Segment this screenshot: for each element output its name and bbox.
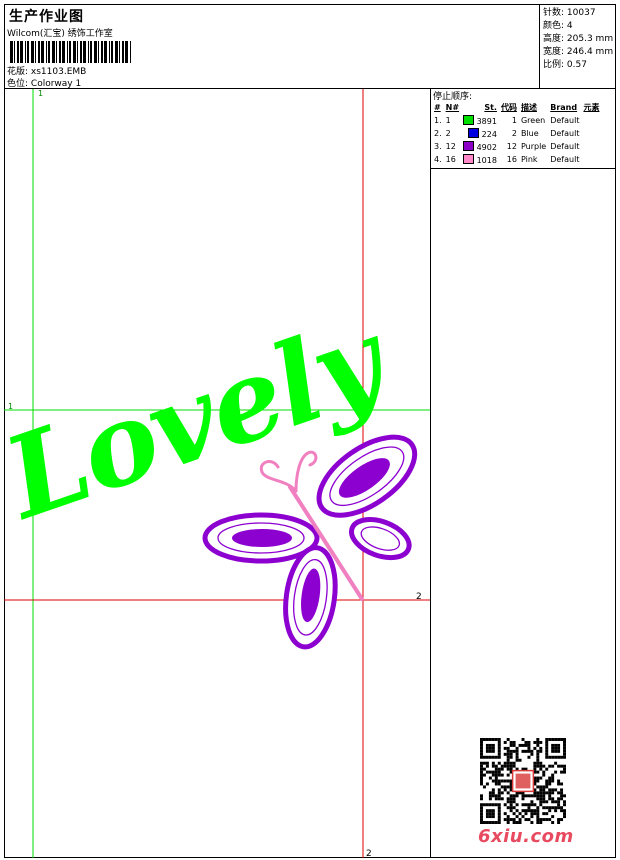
row-description: Pink [520,155,538,164]
stat-stitches-value: 10037 [566,8,596,18]
design-canvas: 1 1 2 2 Lovely [4,89,430,858]
stats-panel: 针数: 10037 颜色: 4 高度: 205.3 mm 宽度: 246.4 m… [539,4,616,89]
color-table-body: 1. 1 3891 1 Green Default 2. 2 224 2 Blue Default… [432,114,601,166]
guide-marker-red-right: 2 [416,592,422,602]
qr-code-image [480,738,566,824]
guide-marker-green-top: 1 [38,89,43,98]
row-index: 4. [434,155,442,164]
row-brand: Default [550,116,580,125]
row-needle: 16 [445,155,456,164]
row-description: Blue [520,129,539,138]
brand-watermark: 6xiu.com [478,826,574,847]
row-stitches: 4902 [461,140,499,153]
barcode-image [10,41,131,63]
stat-stitches: 针数: 10037 [543,5,596,18]
color-swatch [463,115,475,125]
row-stitches-value: 224 [481,130,497,139]
row-index: 1. [434,116,442,125]
row-code: 12 [506,142,517,151]
header: 生产作业图 Wilcom(汇宝) 绣饰工作室 花版: xs1103.EMB 色位… [4,4,616,89]
guide-marker-red-bottom: 2 [366,849,372,858]
row-description: Purple [520,142,547,151]
col-element-header: 元素 [583,103,600,112]
stat-width: 宽度: 246.4 mm [543,44,613,57]
col-needle-header: N# [445,103,460,112]
color-table-row: 1. 1 3891 1 Green Default [432,114,601,127]
row-brand: Default [550,155,580,164]
stat-height-value: 205.3 mm [566,34,614,44]
stat-height: 高度: 205.3 mm [543,31,613,44]
color-swatch [463,141,475,151]
stat-scale-label: 比例: [543,60,565,70]
color-table-row: 2. 2 224 2 Blue Default [432,127,601,140]
row-stitches-value: 3891 [476,117,497,126]
row-index: 3. [434,142,442,151]
color-table-row: 3. 12 4902 12 Purple Default [432,140,601,153]
row-needle: 2 [445,129,451,138]
stop-sequence-panel: 停止顺序: # N# St. 代码 描述 Brand 元素 1. 1 3891 1 G… [430,89,616,169]
col-code-header: 代码 [500,103,517,112]
stat-colors-label: 颜色: [543,21,565,31]
stat-scale-value: 0.57 [566,60,587,70]
butterfly-antenna-left [259,460,298,493]
colorway-label: 色位: [7,79,29,89]
row-stitches: 1018 [461,153,499,166]
color-table: # N# St. 代码 描述 Brand 元素 1. 1 3891 1 Green De… [432,101,601,166]
row-brand: Default [550,129,580,138]
row-brand: Default [550,142,580,151]
stat-width-value: 246.4 mm [566,47,614,57]
stat-width-label: 宽度: [543,47,565,57]
row-code: 16 [506,155,517,164]
row-index: 2. [434,129,442,138]
stat-height-label: 高度: [543,34,565,44]
row-code: 2 [511,129,517,138]
row-stitches: 224 [461,127,499,140]
col-description-header: 描述 [520,103,537,112]
page-subtitle: Wilcom(汇宝) 绣饰工作室 [7,29,113,39]
butterfly-wing-right [349,517,412,561]
colorway-value: Colorway 1 [30,79,82,89]
stat-colors: 颜色: 4 [543,18,573,31]
row-code: 1 [511,116,517,125]
color-table-header: # N# St. 代码 描述 Brand 元素 [432,101,601,114]
butterfly-antenna-right [294,450,318,493]
col-stitches-header: St. [484,103,497,112]
color-swatch [468,128,480,138]
page-title: 生产作业图 [9,9,84,25]
row-stitches-value: 4902 [476,143,497,152]
stat-colors-value: 4 [566,21,573,31]
row-stitches-value: 1018 [476,156,497,165]
colorway-row: 色位: Colorway 1 [7,76,81,89]
col-brand-header: Brand [550,103,578,112]
stat-scale: 比例: 0.57 [543,57,587,70]
color-table-row: 4. 16 1018 16 Pink Default [432,153,601,166]
stat-stitches-label: 针数: [543,8,565,18]
guide-marker-green-left: 1 [8,402,13,411]
row-stitches: 3891 [461,114,499,127]
row-description: Green [520,116,546,125]
row-needle: 1 [445,116,451,125]
color-swatch [463,154,475,164]
col-index-header: # [434,103,441,112]
row-needle: 12 [445,142,456,151]
